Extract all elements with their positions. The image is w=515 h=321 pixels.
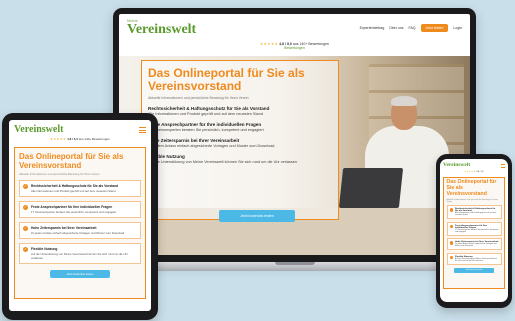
logo-text: Vereinswelt [14, 124, 64, 135]
tablet-rating: ★★★★★ 4,8 / 5,0 aus 140+ Bewertungen [14, 137, 146, 141]
site-logo[interactable]: Meine Vereinswelt [127, 19, 196, 37]
feature-desc: Alle Informationen und Produkt geprüft u… [148, 112, 263, 117]
check-circle-icon [449, 255, 453, 260]
feature-desc: 17 Vereinsexperten beraten Sie persönlic… [148, 128, 264, 133]
nav-item-faq[interactable]: FAQ [409, 26, 416, 30]
feature-title: Rechtssicherheit & Haftungsschutz für Si… [148, 106, 270, 112]
phone-logo[interactable]: Vereinswelt [443, 162, 471, 169]
phone-header: Vereinswelt [443, 162, 505, 169]
tablet-cta-button[interactable]: Jetzt kostenlos testen [50, 270, 110, 279]
check-circle-icon [449, 241, 453, 245]
feature-desc: Auf die Unterstützung von Meine Vereinsw… [148, 160, 298, 165]
check-circle-icon [449, 208, 453, 212]
rating-stars-icon: ★★★★★ [464, 170, 476, 173]
tablet-hero-subtitle: Aktuelle Informationen und persönliche B… [19, 172, 100, 177]
phone-feature-item: Flexible Nutzung Auf die Unterstützung v… [446, 252, 502, 265]
logo-text: Vereinswelt [127, 22, 197, 37]
phone-device: Vereinswelt ★★★★★ 4,8 / 5,0 Das Onlinepo… [436, 154, 512, 308]
rating-bar: ★★★★★ 4,8 / 5,0 aus 140+ Bewertungen Bew… [119, 42, 470, 56]
feature-desc: Auf die Unterstützung von Meine Vereinsw… [455, 257, 498, 262]
phone-feature-item: Feste Ansprechpartner für Ihre individue… [446, 221, 502, 236]
tablet-hero-box: Das Onlineportal für Sie als Vereinsvors… [14, 147, 146, 299]
rating-score: 4,8 / 5,0 [476, 170, 484, 173]
feature-desc: Auf die Unterstützung von Meine Vereinsw… [31, 252, 129, 261]
site-header: Meine Vereinswelt Expertenbeitrag Über u… [119, 14, 470, 42]
phone-feature-item: Hohe Zeitersparnis bei Ihrer Vereinsarbe… [446, 238, 502, 251]
main-nav: Expertenbeitrag Über uns FAQ Jetzt teste… [360, 24, 462, 32]
check-circle-icon: ✓ [23, 184, 28, 190]
feature-desc: Zu jedem Anlass einfach abgesicherte Vor… [148, 144, 275, 149]
tablet-device: Vereinswelt ★★★★★ 4,8 / 5,0 aus 140+ Bew… [2, 113, 158, 320]
phone-rating: ★★★★★ 4,8 / 5,0 [443, 171, 505, 173]
rating-reviews: aus 140+ Bewertungen [78, 137, 110, 141]
hamburger-menu-icon[interactable] [501, 164, 505, 168]
feature-title: Feste Ansprechpartner für Ihre individue… [148, 122, 262, 128]
feature-item: Hohe Zeitersparnis bei Ihrer Vereinsarbe… [148, 138, 332, 148]
feature-desc: Alle Informationen und Produkt geprüft u… [455, 212, 497, 217]
device-mockup-scene: Meine Vereinswelt Expertenbeitrag Über u… [0, 0, 515, 321]
tablet-header: Vereinswelt [14, 125, 146, 135]
hero-subtitle: Aktuelle Informationen und persönliche B… [148, 96, 249, 101]
cta-button[interactable]: Jetzt testen [420, 24, 449, 32]
hero-cta-button[interactable]: Jetzt kostenlos testen [219, 210, 295, 222]
phone-hero-subtitle: Aktuelle Informationen und persönliche B… [446, 198, 498, 203]
hero-laptop-image [338, 168, 404, 208]
hero-person-hair [391, 96, 417, 106]
check-circle-icon: ✓ [23, 226, 28, 232]
feature-title: Flexible Nutzung [148, 154, 185, 160]
nav-item-ueber-uns[interactable]: Über uns [389, 26, 403, 30]
hero-section: Das Onlineportal für Sie als Vereinsvors… [119, 56, 470, 255]
login-link[interactable]: Login [453, 26, 462, 30]
phone-feature-item: Rechtssicherheit & Haftungsschutz für Si… [446, 205, 502, 220]
check-circle-icon: ✓ [23, 205, 28, 211]
rating-stars-icon: ★★★★★ [50, 137, 67, 141]
tablet-logo[interactable]: Vereinswelt [14, 125, 63, 135]
logo-text: Vereinswelt [443, 162, 471, 168]
feature-desc: Zu jedem Anlass einfach abgesicherte Vor… [31, 231, 125, 236]
tablet-screen: Vereinswelt ★★★★★ 4,8 / 5,0 aus 140+ Bew… [9, 120, 151, 311]
feature-desc: Alle Informationen und Produkt geprüft u… [31, 189, 116, 194]
tablet-feature-item: ✓ Flexible Nutzung Auf die Unterstützung… [19, 243, 141, 265]
feature-title: Hohe Zeitersparnis bei Ihrer Vereinsarbe… [148, 138, 240, 144]
feature-title: Hohe Zeitersparnis bei Ihrer Vereinsarbe… [31, 226, 97, 231]
phone-screen: Vereinswelt ★★★★★ 4,8 / 5,0 Das Onlinepo… [440, 159, 508, 302]
phone-cta-button[interactable]: Jetzt kostenlos testen [454, 267, 494, 273]
nav-item-expertenbeitrag[interactable]: Expertenbeitrag [360, 26, 385, 30]
phone-hero-box: Das Onlineportal für Sie als Vereinsvors… [443, 176, 505, 289]
check-circle-icon [449, 224, 453, 229]
feature-title: Feste Ansprechpartner für Ihre individue… [31, 205, 113, 210]
tablet-feature-item: ✓ Hohe Zeitersparnis bei Ihrer Vereinsar… [19, 222, 141, 240]
feature-title: Flexible Nutzung [31, 247, 58, 252]
laptop-device: Meine Vereinswelt Expertenbeitrag Über u… [113, 8, 476, 263]
hero-content-box: Das Onlineportal für Sie als Vereinsvors… [141, 60, 339, 220]
hero-title: Das Onlineportal für Sie als Vereinsvors… [148, 66, 305, 94]
feature-desc: 17 Vereinsexperten beraten Sie persönlic… [455, 228, 499, 233]
laptop-screen: Meine Vereinswelt Expertenbeitrag Über u… [119, 14, 470, 255]
hamburger-menu-icon[interactable] [139, 127, 146, 133]
feature-desc: Zu jedem Anlass einfach abgesicherte Vor… [455, 243, 497, 248]
feature-item: Rechtssicherheit & Haftungsschutz für Si… [148, 106, 332, 116]
feature-item: Flexible Nutzung Auf die Unterstützung v… [148, 154, 332, 164]
feature-item: Feste Ansprechpartner für Ihre individue… [148, 122, 332, 132]
feature-title: Rechtssicherheit & Haftungsschutz für Si… [31, 184, 119, 189]
tablet-feature-item: ✓ Feste Ansprechpartner für Ihre individ… [19, 201, 141, 219]
tablet-hero-title: Das Onlineportal für Sie als Vereinsvors… [19, 152, 124, 171]
rating-stars-icon: ★★★★★ [260, 42, 279, 46]
check-circle-icon: ✓ [23, 247, 28, 253]
feature-desc: 17 Vereinsexperten beraten Sie persönlic… [31, 210, 117, 215]
rating-source: Bewertungen [284, 46, 305, 50]
phone-hero-title: Das Onlineportal für Sie als Vereinsvors… [446, 179, 497, 197]
tablet-feature-item: ✓ Rechtssicherheit & Haftungsschutz für … [19, 180, 141, 198]
laptop-notch [275, 262, 315, 265]
rating-score: 4,8 / 5,0 [67, 137, 78, 141]
